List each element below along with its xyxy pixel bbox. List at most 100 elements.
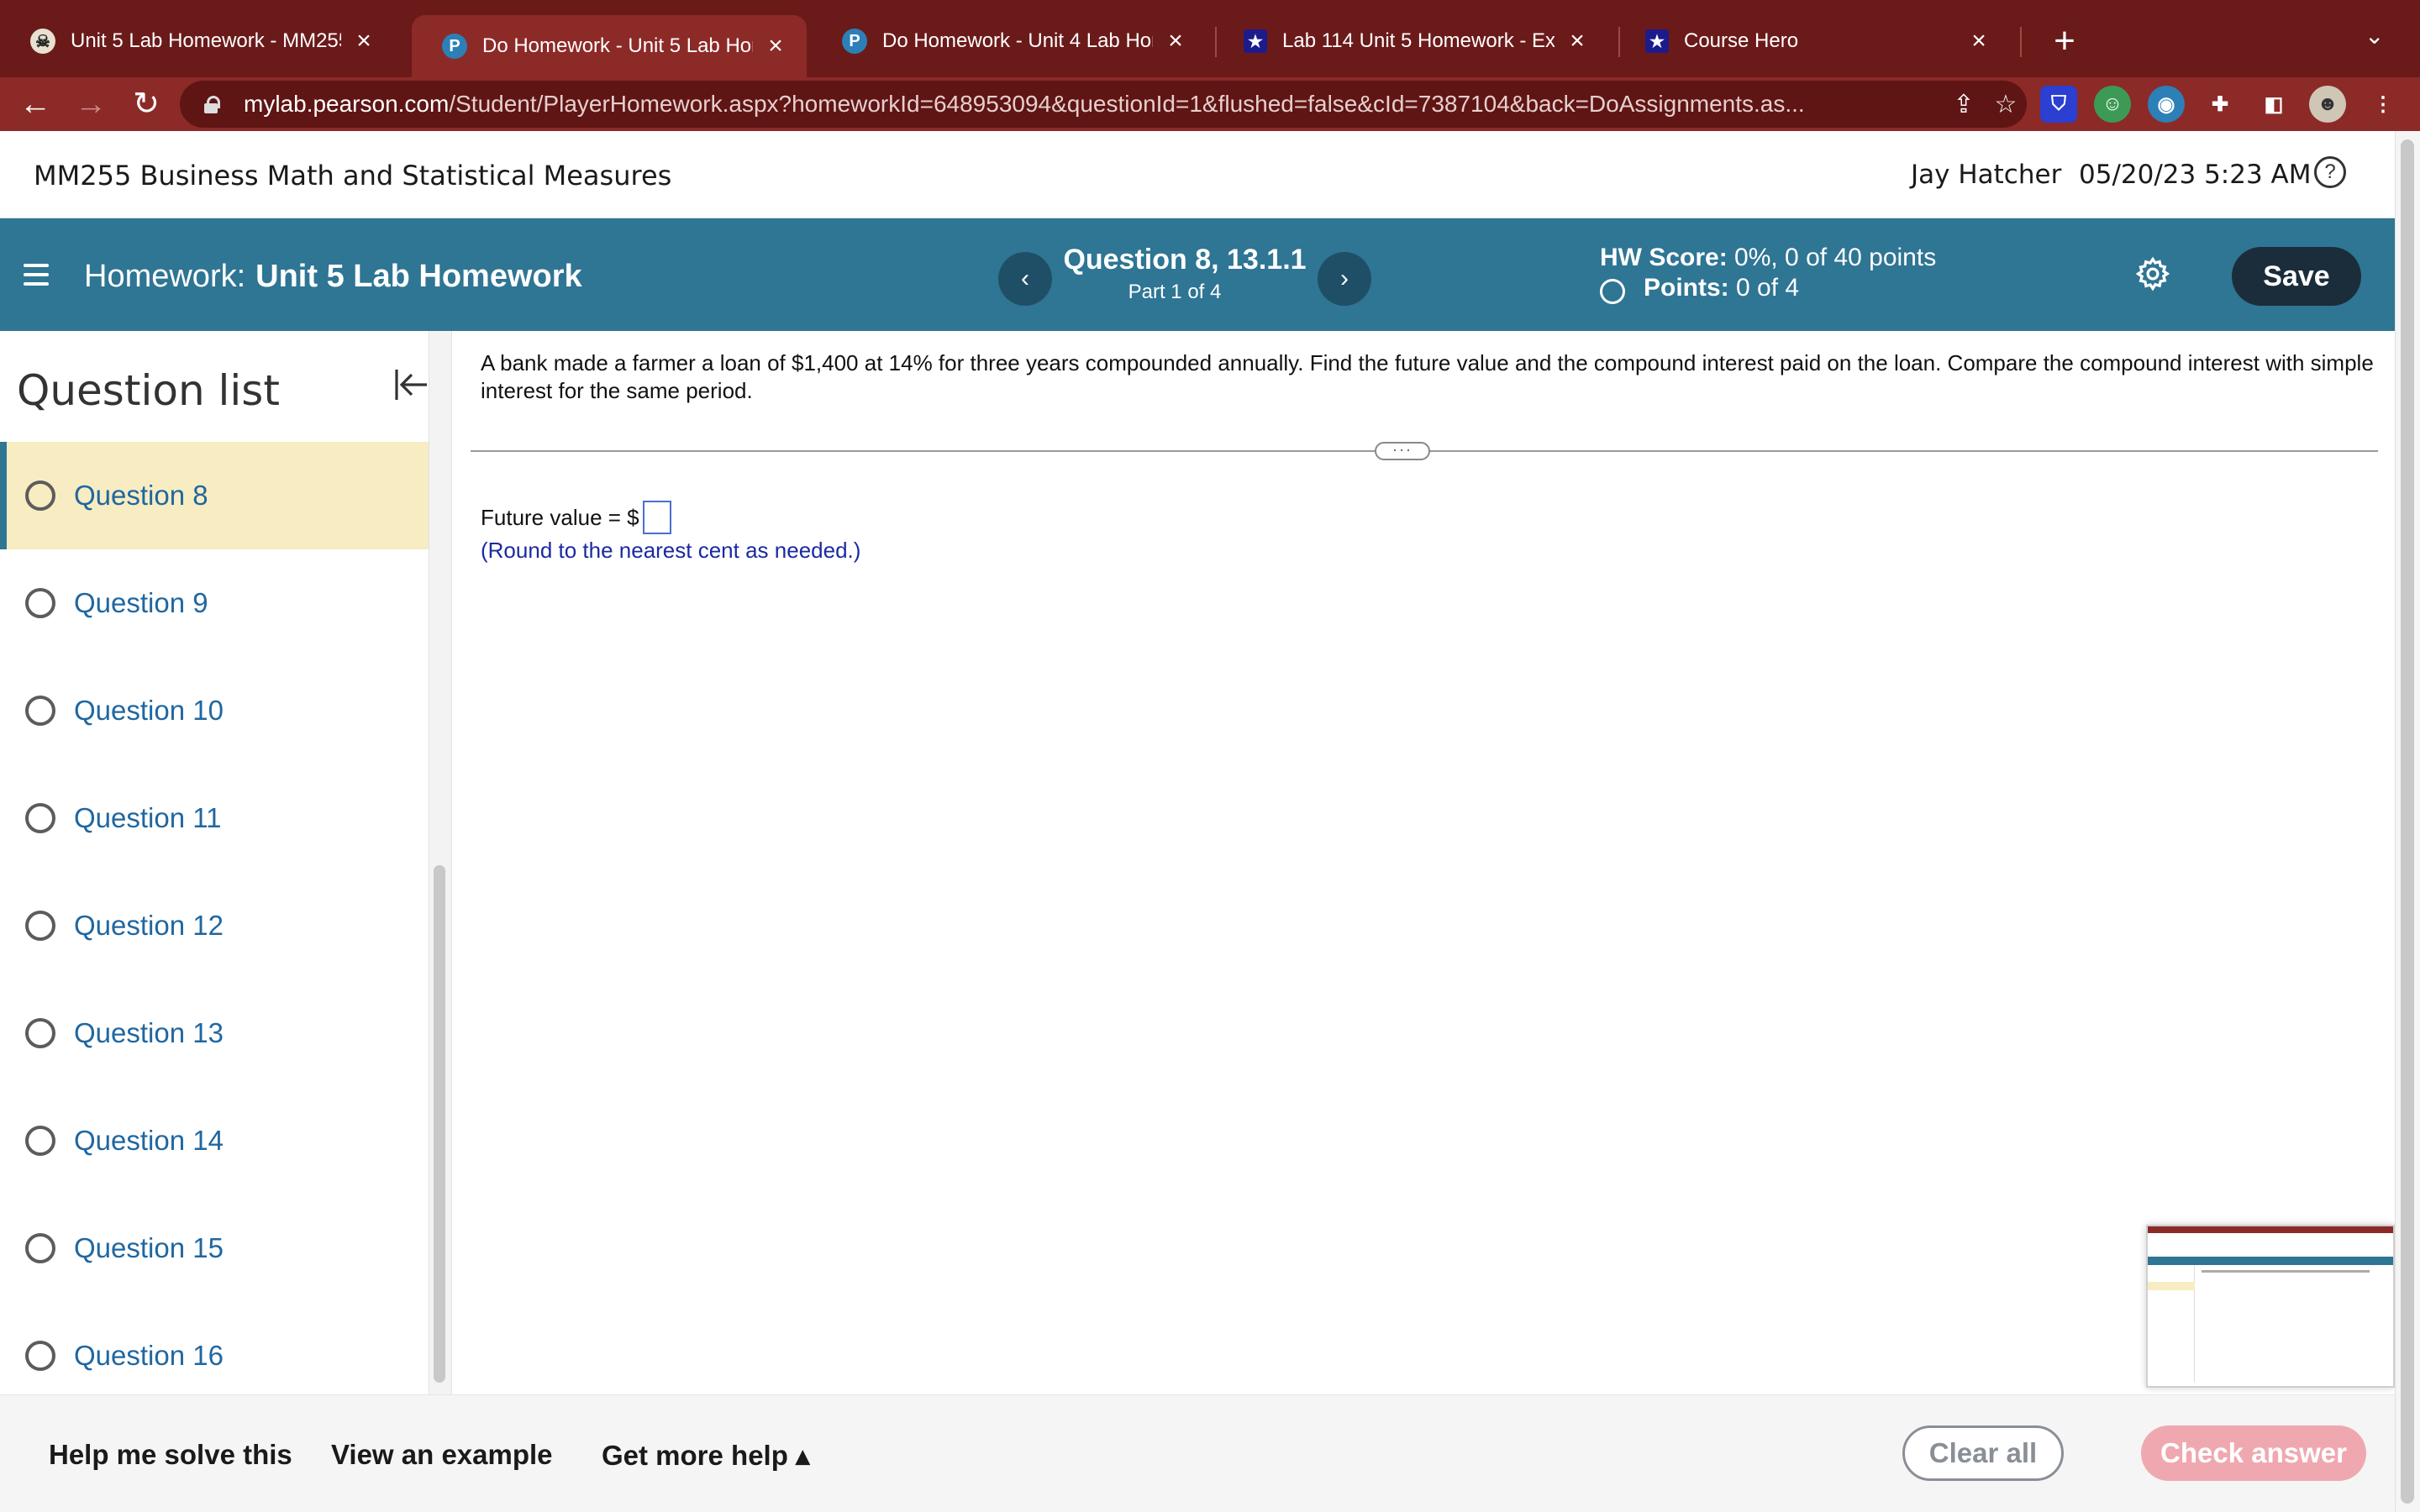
question-label: Question 14: [74, 1125, 224, 1156]
side-panel-icon[interactable]: ◧: [2255, 86, 2292, 123]
status-circle-icon: [25, 480, 55, 511]
answer-label: Future value = $: [481, 504, 639, 530]
close-icon[interactable]: ×: [351, 27, 376, 55]
homework-banner: Homework: Unit 5 Lab Homework ‹ Question …: [0, 218, 2395, 331]
question-label: Question 12: [74, 910, 224, 941]
share-icon[interactable]: ⇪: [1943, 90, 1985, 119]
sidebar-scrollbar-thumb[interactable]: [434, 865, 445, 1383]
address-bar[interactable]: mylab.pearson.com/Student/PlayerHomework…: [180, 81, 2027, 128]
help-me-solve-button[interactable]: Help me solve this: [49, 1439, 292, 1471]
question-label: Question 8: [74, 480, 208, 511]
answer-row: Future value = $: [481, 501, 671, 534]
profile-avatar[interactable]: ☻: [2309, 86, 2346, 123]
kebab-menu-icon[interactable]: ⋮: [2365, 86, 2402, 123]
points: Points: 0 of 4: [1644, 274, 1800, 302]
pearson-icon: P: [842, 29, 867, 54]
url-text[interactable]: mylab.pearson.com/Student/PlayerHomework…: [244, 91, 1943, 118]
browser-tab-4[interactable]: ★ Lab 114 Unit 5 Homework - Exe ×: [1213, 17, 1608, 66]
expand-handle[interactable]: ···: [1375, 442, 1430, 460]
question-label: Question 11: [74, 802, 222, 833]
question-label: Question 10: [74, 695, 224, 726]
star-icon: ★: [1244, 29, 1267, 53]
status-circle-icon: [25, 1018, 55, 1048]
view-example-button[interactable]: View an example: [331, 1439, 553, 1471]
question-list-item[interactable]: Question 15: [0, 1194, 429, 1302]
question-label: Question 16: [74, 1340, 224, 1371]
question-list-title: Question list: [17, 366, 280, 415]
future-value-input[interactable]: [642, 501, 671, 534]
question-list-panel: Question list Question 8 Question 9 Ques…: [0, 331, 429, 1394]
status-circle-icon: [25, 1126, 55, 1156]
question-list-item[interactable]: Question 12: [0, 872, 429, 979]
star-icon: ★: [1645, 29, 1669, 53]
status-circle-icon: [25, 696, 55, 726]
reload-icon[interactable]: ↻: [126, 84, 166, 124]
back-arrow-icon[interactable]: ←: [15, 84, 55, 124]
rounding-note: (Round to the nearest cent as needed.): [481, 538, 861, 563]
question-label: Question 9: [74, 587, 208, 618]
footer-bar: Help me solve this View an example Get m…: [0, 1394, 2395, 1512]
question-list-item[interactable]: Question 13: [0, 979, 429, 1087]
status-circle-icon: [25, 911, 55, 941]
browser-tab-1[interactable]: ☠ Unit 5 Lab Homework - MM255 ×: [0, 17, 395, 66]
tab-title: Course Hero: [1684, 29, 1799, 52]
help-icon[interactable]: ?: [2314, 156, 2346, 188]
hamburger-menu-icon[interactable]: [24, 264, 49, 286]
tab-title: Do Homework - Unit 4 Lab Hom: [882, 29, 1153, 52]
close-icon[interactable]: ×: [1565, 27, 1590, 55]
clear-all-button[interactable]: Clear all: [1902, 1425, 2064, 1481]
save-button[interactable]: Save: [2232, 247, 2361, 306]
tab-title: Do Homework - Unit 5 Lab Hom: [482, 34, 753, 57]
browser-tab-3[interactable]: P Do Homework - Unit 4 Lab Hom ×: [812, 17, 1207, 66]
pearson-icon: P: [442, 34, 467, 59]
chevron-down-icon[interactable]: ⌄: [2365, 22, 2384, 50]
lock-icon: [202, 95, 220, 113]
datetime: 05/20/23 5:23 AM: [2079, 160, 2312, 190]
status-circle-icon: [25, 803, 55, 833]
tab-title: Unit 5 Lab Homework - MM255: [71, 29, 341, 52]
question-list-item[interactable]: Question 16: [0, 1302, 429, 1394]
page-scrollbar-thumb[interactable]: [2401, 139, 2414, 1504]
question-list-item[interactable]: Question 11: [0, 764, 429, 872]
course-header: MM255 Business Math and Statistical Meas…: [0, 131, 2395, 218]
question-title: Question 8, 13.1.1: [1063, 244, 1307, 276]
check-answer-button[interactable]: Check answer: [2141, 1425, 2366, 1481]
close-icon[interactable]: ×: [763, 32, 788, 60]
homework-title: Homework: Unit 5 Lab Homework: [84, 259, 582, 294]
bookmark-star-icon[interactable]: ☆: [1985, 90, 2027, 119]
extension-robot-icon[interactable]: ☺: [2094, 86, 2131, 123]
question-label: Question 15: [74, 1232, 224, 1263]
tab-separator: [2020, 27, 2022, 57]
points-status-circle-icon: [1600, 279, 1625, 304]
skull-icon: ☠: [30, 29, 55, 54]
hw-score: HW Score: 0%, 0 of 40 points: [1600, 244, 1937, 271]
browser-toolbar: ← → ↻ mylab.pearson.com/Student/PlayerHo…: [0, 77, 2420, 131]
browser-tab-5[interactable]: ★ Course Hero ×: [1615, 17, 2010, 66]
page-preview-thumbnail[interactable]: [2146, 1225, 2395, 1388]
extension-audio-icon[interactable]: ◉: [2148, 86, 2185, 123]
browser-tab-strip: ☠ Unit 5 Lab Homework - MM255 × P Do Hom…: [0, 0, 2420, 77]
question-list: Question 8 Question 9 Question 10 Questi…: [0, 442, 429, 1394]
gear-icon[interactable]: [2134, 255, 2171, 292]
question-list-item[interactable]: Question 14: [0, 1087, 429, 1194]
question-area: A bank made a farmer a loan of $1,400 at…: [452, 331, 2395, 1394]
question-list-item[interactable]: Question 10: [0, 657, 429, 764]
question-part: Part 1 of 4: [1128, 281, 1222, 303]
extensions-puzzle-icon[interactable]: ✚: [2202, 86, 2238, 123]
status-circle-icon: [25, 1341, 55, 1371]
close-icon[interactable]: ×: [1966, 27, 1991, 55]
user-name: Jay Hatcher: [1911, 160, 2062, 190]
question-list-item[interactable]: Question 8: [0, 442, 429, 549]
question-text: A bank made a farmer a loan of $1,400 at…: [481, 350, 2374, 403]
next-question-button[interactable]: ›: [1318, 252, 1371, 306]
get-more-help-button[interactable]: Get more help ▴: [602, 1439, 810, 1472]
question-list-item[interactable]: Question 9: [0, 549, 429, 657]
browser-tab-2[interactable]: P Do Homework - Unit 5 Lab Hom ×: [412, 15, 807, 77]
question-label: Question 13: [74, 1017, 224, 1048]
close-icon[interactable]: ×: [1163, 27, 1188, 55]
extension-shield-icon[interactable]: ⛉: [2040, 86, 2077, 123]
new-tab-plus-icon[interactable]: +: [2044, 20, 2086, 62]
collapse-panel-icon[interactable]: [392, 365, 429, 405]
status-circle-icon: [25, 588, 55, 618]
forward-arrow-icon[interactable]: →: [71, 84, 111, 124]
